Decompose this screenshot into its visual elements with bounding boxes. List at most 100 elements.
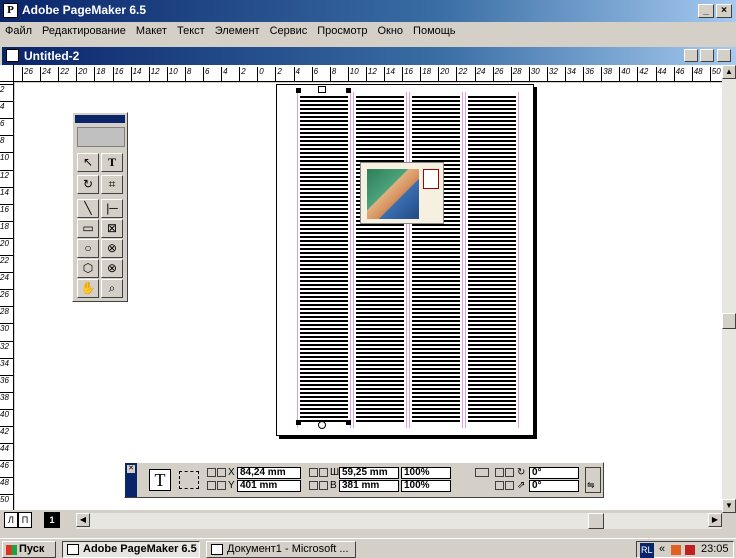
control-palette-title-bar[interactable]: ✕ [125,463,137,497]
scroll-left-button[interactable]: ◀ [76,513,90,527]
doc-close-button[interactable] [717,49,731,62]
doc-minimize-button[interactable] [684,49,698,62]
text-column-4[interactable] [465,92,519,428]
close-button[interactable]: × [716,4,732,18]
x-position-field[interactable]: 84,24 mm [237,467,301,479]
proportional-scaling-button[interactable] [475,468,489,477]
toolbox-title-bar[interactable] [75,115,125,123]
horizontal-scroll-thumb[interactable] [588,513,604,529]
scroll-up-button[interactable]: ▲ [722,65,736,79]
line-tool[interactable]: ╲ [77,199,99,218]
width-field[interactable]: 59,25 mm [339,467,399,479]
right-master-page-icon[interactable]: П [18,512,32,528]
rotation-nudge-left[interactable] [495,468,504,477]
text-column-2[interactable] [353,92,407,428]
pointer-tool[interactable]: ↖ [77,153,99,172]
minimize-button[interactable]: _ [698,4,714,18]
skew-nudge-right[interactable] [505,481,514,490]
nudge-up-button[interactable] [207,481,216,490]
text-block[interactable] [356,96,404,424]
vertical-scrollbar[interactable]: ▲ ▼ [722,65,736,513]
menu-edit[interactable]: Редактирование [37,22,131,40]
ruler-tick-label: 50 [0,494,13,504]
rotation-nudge-right[interactable] [505,468,514,477]
horizontal-scrollbar[interactable]: ◀ ▶ [76,513,722,529]
rotation-field[interactable]: 0° [529,467,579,479]
document-page[interactable] [276,84,534,436]
constrained-line-tool[interactable]: |─ [101,199,123,218]
width-nudge-left[interactable] [309,468,318,477]
ruler-tick-label: 18 [420,67,431,81]
scale-width-field[interactable]: 100% [401,467,451,479]
selection-handle[interactable] [296,88,301,93]
text-block[interactable] [468,96,516,424]
ruler-tick-label: 30 [528,67,540,81]
zoom-tool[interactable]: ⌕ [101,279,123,298]
selection-handle[interactable] [346,88,351,93]
text-block[interactable] [300,96,348,424]
windowshade-top-handle[interactable] [318,86,326,93]
text-tool[interactable]: T [101,153,123,172]
menu-help[interactable]: Помощь [408,22,461,40]
horizontal-ruler[interactable]: 26 24 22 20 18 16 14 12 10 8 6 4 2 0 2 4 6 8 10 12 14 16 18 20 2… [14,65,722,82]
polygon-frame-tool[interactable]: ⊗ [101,259,123,278]
nudge-left-button[interactable] [207,468,216,477]
page-1-icon[interactable]: 1 [44,512,60,528]
ruler-origin[interactable] [0,65,14,82]
taskbar-item-word[interactable]: Документ1 - Microsoft ... [206,541,356,558]
windowshade-bottom-handle[interactable] [318,421,326,429]
rectangle-frame-tool[interactable]: ⊠ [101,219,123,238]
height-nudge-down[interactable] [319,481,328,490]
vertical-ruler[interactable]: 2 4 6 8 10 12 14 16 18 20 22 24 26 28 30 32 34 36 38 40 42 44… [0,82,14,510]
skew-nudge-left[interactable] [495,481,504,490]
text-column-1[interactable] [297,92,351,428]
crop-tool[interactable]: ⌗ [101,175,123,194]
menu-element[interactable]: Элемент [210,22,265,40]
selection-handle[interactable] [346,420,351,425]
pagemaker-app-icon[interactable]: P [3,3,18,18]
hand-tool[interactable]: ✋ [77,279,99,298]
rotate-tool[interactable]: ↻ [77,175,99,194]
y-label: Y [228,480,235,491]
menu-utilities[interactable]: Сервис [265,22,313,40]
y-position-field[interactable]: 401 mm [237,480,301,492]
left-master-page-icon[interactable]: Л [4,512,18,528]
taskbar-item-pagemaker[interactable]: Adobe PageMaker 6.5 [62,541,200,558]
document-icon[interactable] [6,49,19,62]
width-nudge-right[interactable] [319,468,328,477]
tray-app-icon[interactable] [671,545,681,555]
clock: 23:05 [701,543,729,555]
scroll-down-button[interactable]: ▼ [722,499,736,513]
skew-field[interactable]: 0° [529,480,579,492]
height-nudge-up[interactable] [309,481,318,490]
reference-point-proxy[interactable] [179,471,199,489]
selection-handle[interactable] [296,420,301,425]
tray-expand-icon[interactable]: « [659,542,665,557]
nudge-right-button[interactable] [217,468,226,477]
text-mode-button[interactable]: T [149,469,171,491]
polygon-tool[interactable]: ⬡ [77,259,99,278]
menu-window[interactable]: Окно [372,22,408,40]
vertical-scroll-thumb[interactable] [722,313,736,329]
ellipse-tool[interactable]: ○ [77,239,99,258]
nudge-down-button[interactable] [217,481,226,490]
scale-height-field[interactable]: 100% [401,480,451,492]
menu-file[interactable]: Файл [0,22,37,40]
text-block[interactable] [412,96,460,424]
reflect-button[interactable]: ⇋ [585,467,601,493]
antivirus-icon[interactable] [685,545,695,555]
start-button[interactable]: Пуск [2,541,56,558]
menu-view[interactable]: Просмотр [312,22,372,40]
ellipse-frame-tool[interactable]: ⊗ [101,239,123,258]
placed-image[interactable] [360,162,444,224]
language-indicator[interactable]: RL [640,543,654,558]
palette-close-button[interactable]: ✕ [127,465,135,473]
pagemaker-window: P Adobe PageMaker 6.5 _ × Файл Редактиров… [0,0,736,558]
rectangle-tool[interactable]: ▭ [77,219,99,238]
text-column-3[interactable] [409,92,463,428]
height-field[interactable]: 381 mm [339,480,399,492]
doc-maximize-button[interactable] [700,49,714,62]
menu-layout[interactable]: Макет [131,22,172,40]
scroll-right-button[interactable]: ▶ [708,513,722,527]
menu-type[interactable]: Текст [172,22,210,40]
